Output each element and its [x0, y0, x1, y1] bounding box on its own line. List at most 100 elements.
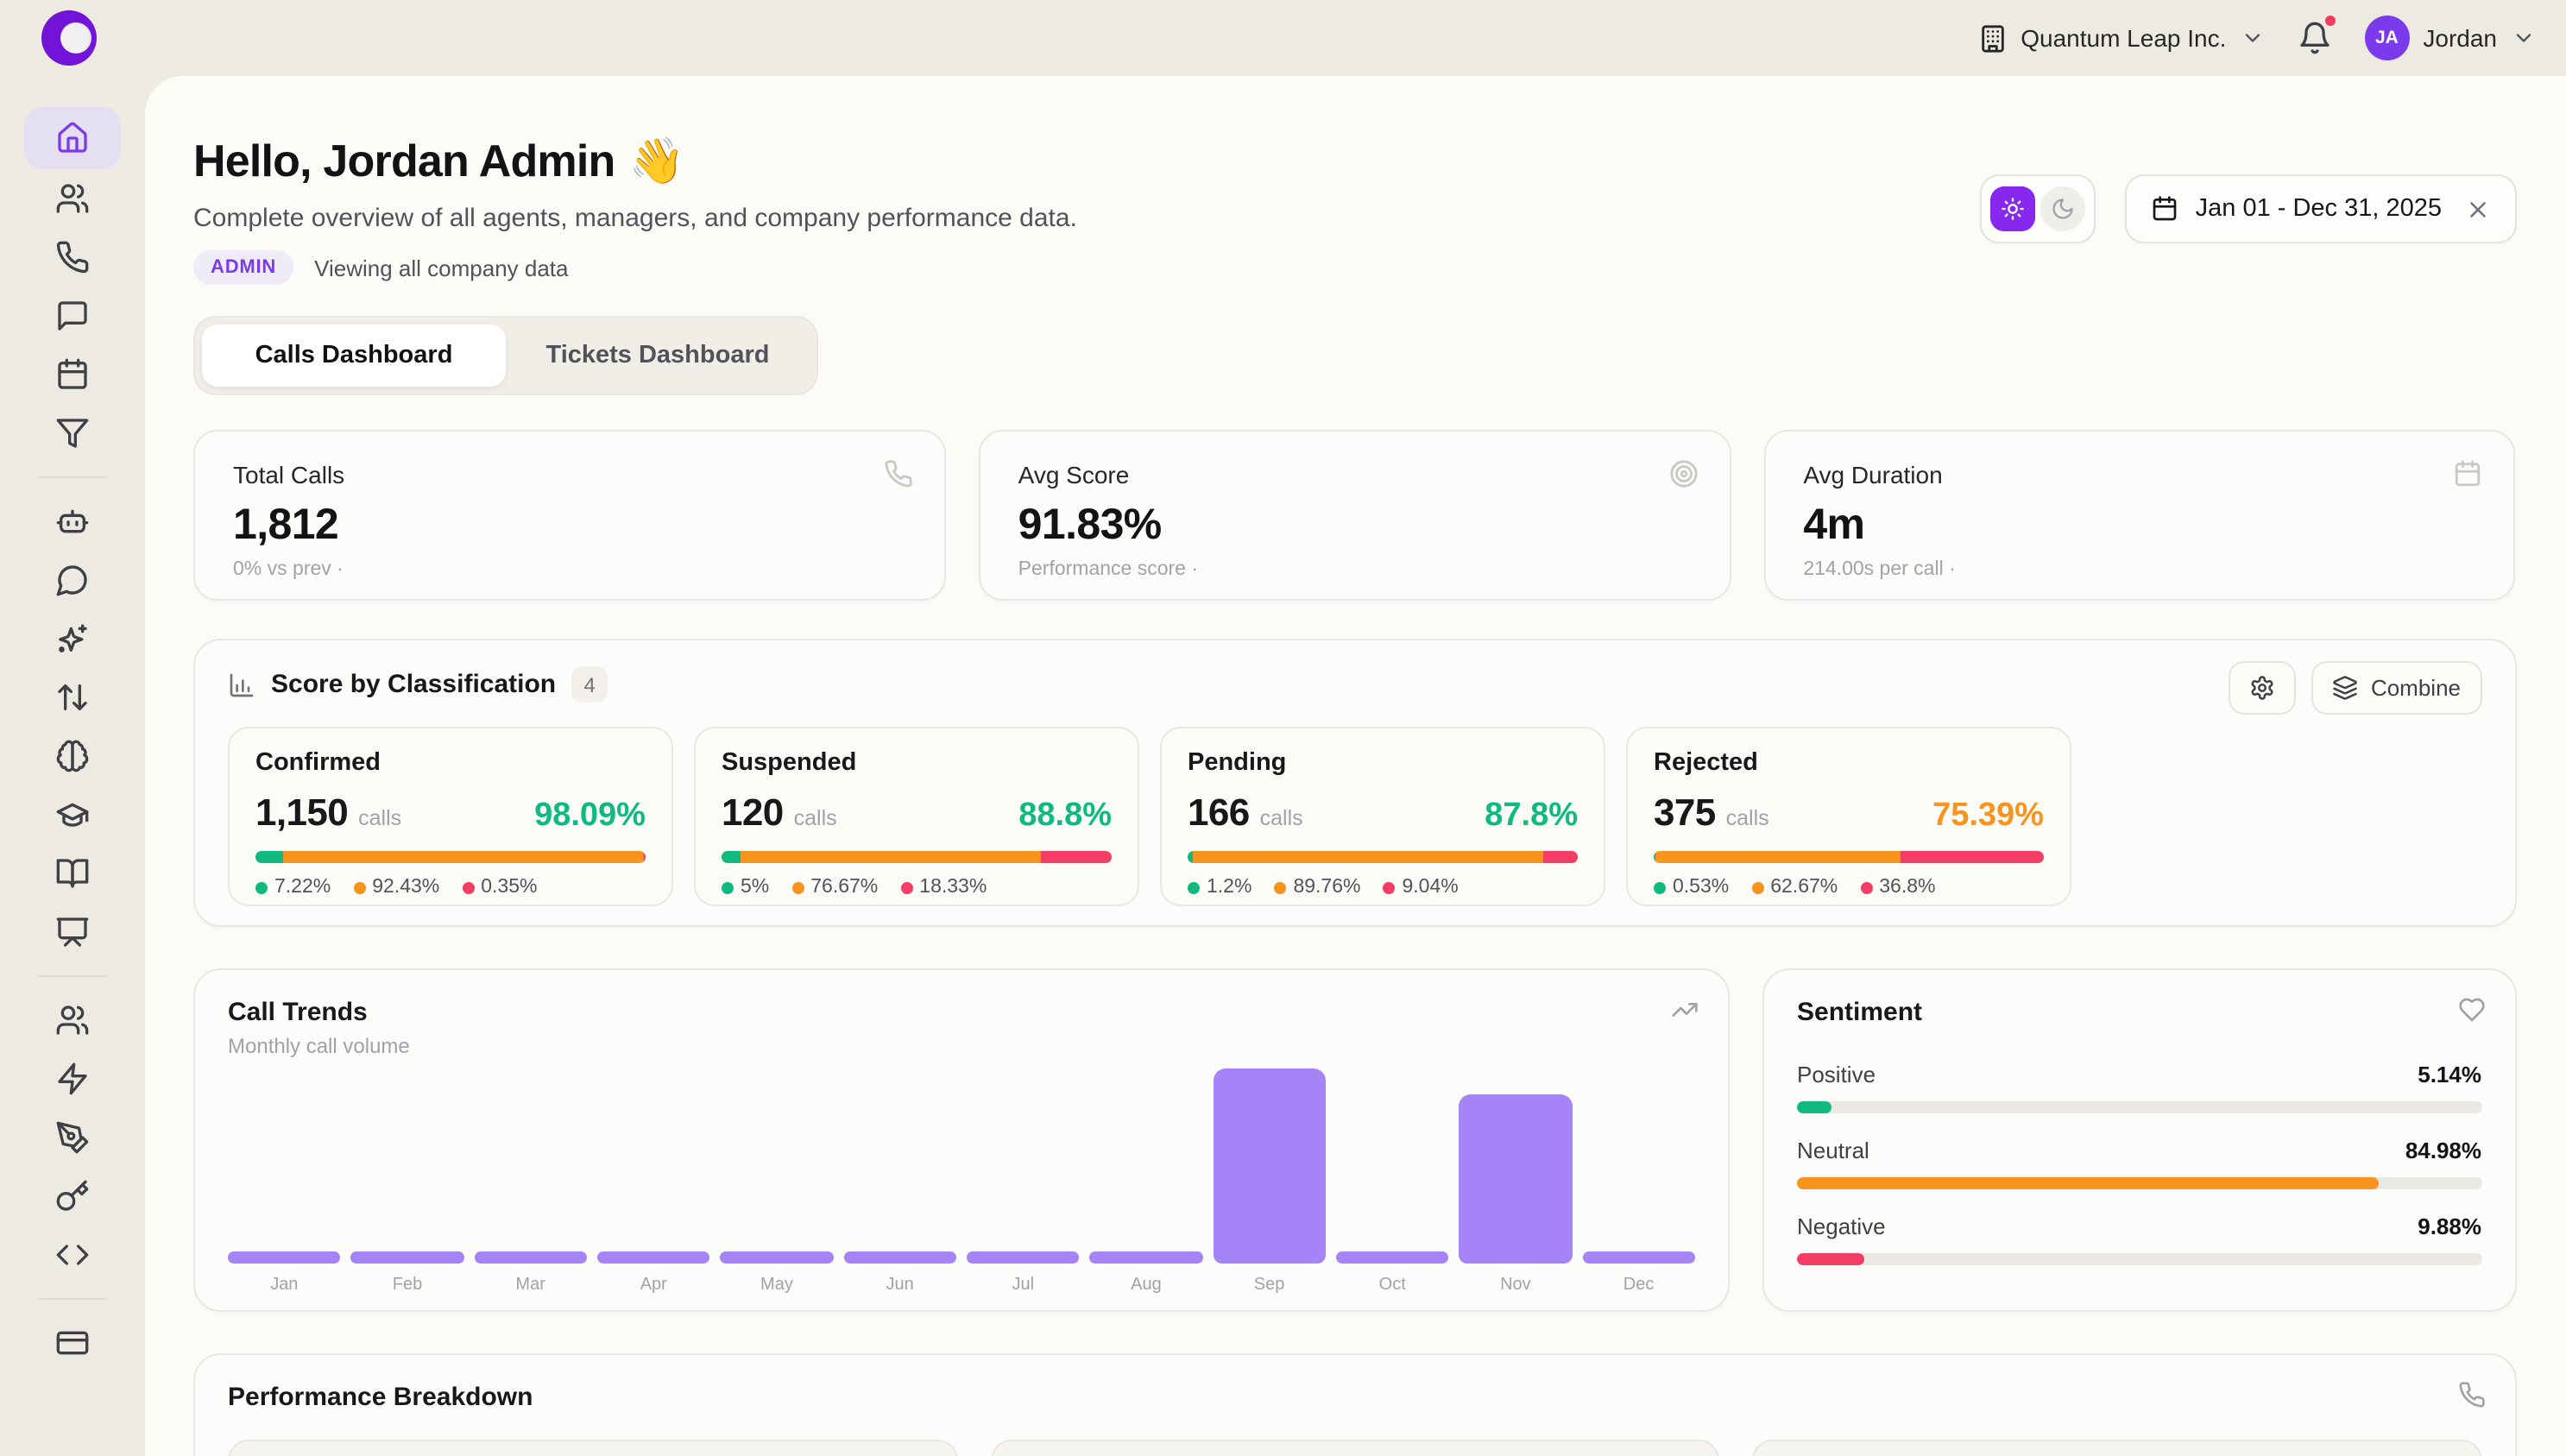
bar-segment: [722, 851, 741, 863]
classification-value-row: 1,150calls98.09%: [255, 791, 646, 835]
tab-calls-dashboard[interactable]: Calls Dashboard: [202, 325, 506, 387]
tab-tickets-dashboard[interactable]: Tickets Dashboard: [506, 325, 810, 387]
classification-cards: Confirmed1,150calls98.09%7.22%92.43%0.35…: [228, 727, 2481, 906]
bar-segment: [1901, 851, 2044, 863]
x-label: Jan: [228, 1276, 341, 1295]
legend-dot-icon: [1274, 881, 1286, 893]
date-range-button[interactable]: Jan 01 - Dec 31, 2025: [2125, 174, 2516, 243]
sidebar-item-bot[interactable]: [24, 492, 121, 551]
bar: [1090, 1251, 1203, 1264]
app-logo[interactable]: [41, 10, 97, 66]
classification-count-badge: 4: [571, 666, 608, 703]
notifications-button[interactable]: [2297, 21, 2331, 55]
sidebar-item-message-square[interactable]: [24, 287, 121, 345]
sidebar-item-users[interactable]: [24, 169, 121, 228]
classification-score: 75.39%: [1932, 797, 2044, 835]
sidebar-item-zap[interactable]: [24, 1049, 121, 1108]
theme-dark-button[interactable]: [2040, 186, 2085, 231]
sidebar-item-graduation-cap[interactable]: [24, 785, 121, 844]
home-icon: [55, 121, 90, 155]
stat-note: 214.00s per call ·: [1803, 559, 2476, 580]
bar: [351, 1251, 464, 1264]
message-circle-icon: [55, 563, 90, 597]
trend-bar-nov: [1460, 1068, 1573, 1264]
classification-calls-unit: calls: [1726, 806, 1769, 830]
classification-card-confirmed: Confirmed1,150calls98.09%7.22%92.43%0.35…: [228, 727, 673, 906]
bar-segment: [284, 851, 645, 863]
classification-name: Confirmed: [255, 749, 646, 777]
classification-bar: [722, 851, 1112, 863]
target-icon: [1668, 459, 1698, 488]
classification-score: 87.8%: [1485, 797, 1578, 835]
sentiment-fill: [1797, 1253, 1864, 1265]
bar-segment: [1040, 851, 1112, 863]
stat-value: 4m: [1803, 501, 2476, 551]
classification-title: Score by Classification: [271, 670, 556, 699]
sentiment-line: Negative9.88%: [1797, 1213, 2481, 1239]
dashboard-tabs: Calls DashboardTickets Dashboard: [193, 316, 818, 395]
message-square-icon: [55, 299, 90, 333]
topbar-right: Quantum Leap Inc. JA Jordan: [1977, 16, 2535, 60]
sentiment-fill: [1797, 1101, 1832, 1113]
classification-settings-button[interactable]: [2229, 661, 2297, 715]
pen-tool-icon: [55, 1120, 90, 1155]
notification-dot: [2323, 14, 2336, 28]
trend-bar-jan: [228, 1068, 341, 1264]
legend-item: 7.22%: [255, 877, 331, 898]
stat-card-avg-duration: Avg Duration4m214.00s per call ·: [1763, 430, 2516, 601]
sidebar-divider: [38, 1298, 107, 1300]
sidebar-item-brain[interactable]: [24, 727, 121, 785]
trend-bar-jul: [967, 1068, 1080, 1264]
sidebar-item-book-open[interactable]: [24, 844, 121, 903]
classification-value-row: 375calls75.39%: [1654, 791, 2044, 835]
sidebar-item-phone[interactable]: [24, 228, 121, 287]
legend-dot-icon: [900, 881, 912, 893]
bar: [843, 1251, 956, 1264]
sentiment-pct: 5.14%: [2418, 1062, 2481, 1087]
combine-button[interactable]: Combine: [2312, 661, 2481, 715]
bar: [1213, 1068, 1326, 1264]
role-badge: ADMIN: [193, 250, 293, 285]
breakdown-card-active-agents: Active Agents: [990, 1440, 1719, 1456]
sentiment-card: Sentiment Positive5.14%Neutral84.98%Nega…: [1762, 968, 2516, 1312]
bar: [228, 1251, 341, 1264]
sidebar-item-presentation[interactable]: [24, 903, 121, 961]
charts-row: Call Trends Monthly call volume JanFebMa…: [193, 968, 2516, 1312]
sidebar-item-sparkles[interactable]: [24, 609, 121, 668]
legend-dot-icon: [353, 881, 365, 893]
legend-item: 0.35%: [462, 877, 537, 898]
sidebar-item-filter[interactable]: [24, 404, 121, 463]
x-label: Oct: [1336, 1276, 1449, 1295]
sidebar-item-code[interactable]: [24, 1226, 121, 1284]
classification-calls-unit: calls: [794, 806, 837, 830]
theme-light-button[interactable]: [1990, 186, 2035, 231]
graduation-cap-icon: [55, 797, 90, 832]
sidebar-item-key[interactable]: [24, 1167, 121, 1226]
user-menu[interactable]: JA Jordan: [2364, 16, 2535, 60]
classification-score: 98.09%: [534, 797, 646, 835]
combine-label: Combine: [2371, 675, 2461, 701]
legend-dot-icon: [1654, 881, 1666, 893]
sidebar-item-message-circle[interactable]: [24, 551, 121, 609]
org-switcher[interactable]: Quantum Leap Inc.: [1977, 23, 2264, 53]
classification-card-suspended: Suspended120calls88.8%5%76.67%18.33%: [694, 727, 1139, 906]
bar-segment: [741, 851, 1041, 863]
sidebar-item-users[interactable]: [24, 991, 121, 1049]
clear-date-icon[interactable]: [2464, 196, 2490, 222]
sidebar-item-home[interactable]: [24, 107, 121, 169]
sidebar-item-credit-card[interactable]: [24, 1314, 121, 1372]
x-label: Apr: [597, 1276, 710, 1295]
stats-row: Total Calls1,8120% vs prev ·Avg Score91.…: [193, 430, 2516, 601]
legend-dot-icon: [1751, 881, 1763, 893]
stat-note: Performance score ·: [1018, 559, 1692, 580]
sidebar-item-arrow-up-down[interactable]: [24, 668, 121, 727]
stat-label: Total Calls: [233, 461, 906, 488]
calendar-icon: [2454, 459, 2483, 488]
call-trends-card: Call Trends Monthly call volume JanFebMa…: [193, 968, 1730, 1312]
sidebar-item-pen-tool[interactable]: [24, 1108, 121, 1167]
stat-note: 0% vs prev ·: [233, 559, 906, 580]
date-range-label: Jan 01 - Dec 31, 2025: [2196, 195, 2442, 223]
classification-legend: 5%76.67%18.33%: [722, 877, 1112, 898]
legend-dot-icon: [722, 881, 734, 893]
sidebar-item-calendar[interactable]: [24, 345, 121, 404]
